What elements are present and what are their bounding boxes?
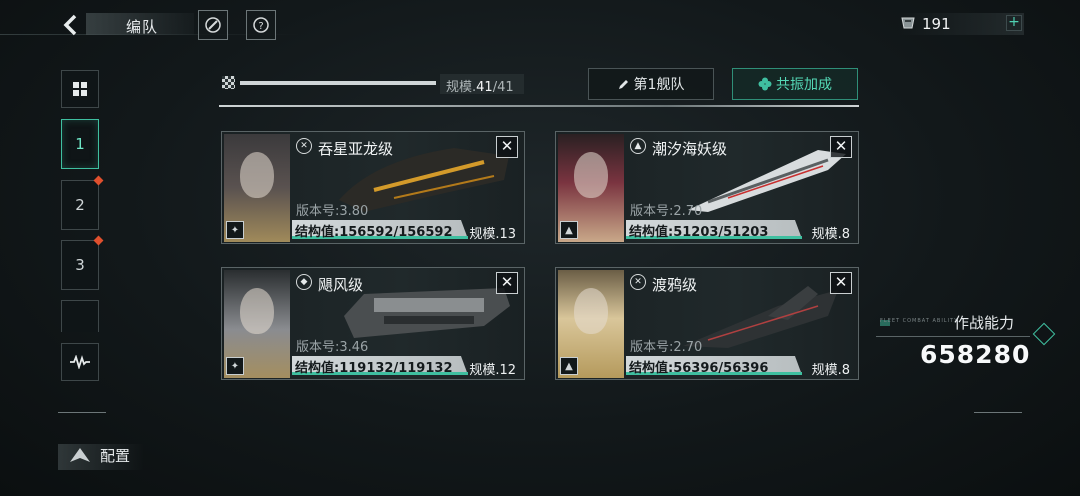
header-divider bbox=[219, 105, 859, 107]
captain-face bbox=[240, 152, 274, 198]
back-button[interactable] bbox=[58, 12, 82, 38]
combat-sub-label: FLEET COMBAT ABILITY bbox=[880, 318, 959, 324]
waveform-icon bbox=[70, 355, 90, 369]
crystal-icon bbox=[900, 15, 916, 35]
remove-ship-button[interactable]: ✕ bbox=[496, 136, 518, 158]
fleet-tab-label: 2 bbox=[75, 196, 85, 214]
fleet-stats-button[interactable] bbox=[61, 343, 99, 381]
ship-version: 版本号:3.46 bbox=[296, 340, 369, 355]
grid-icon bbox=[73, 82, 87, 96]
chevron-left-icon bbox=[63, 14, 77, 36]
scale-label: 规模. bbox=[446, 80, 477, 95]
captain-face bbox=[240, 288, 274, 334]
remove-ship-button[interactable]: ✕ bbox=[830, 136, 852, 158]
scale-current: 41 bbox=[476, 80, 493, 95]
fleet-tab-label: 1 bbox=[75, 135, 85, 153]
crosshair-icon: ✕ bbox=[630, 274, 646, 290]
clover-icon bbox=[758, 77, 772, 91]
wing-icon: ▲ bbox=[630, 138, 646, 154]
currency-amount: 191 bbox=[922, 15, 951, 33]
ship-card[interactable]: ✦ ◆ 飓风级 ✕ 版本号:3.46 结构值:119132/119132 规模.… bbox=[221, 267, 525, 380]
fleet-name: 第1舰队 bbox=[633, 77, 685, 93]
scale-max: /41 bbox=[492, 80, 514, 95]
structure-value: 结构值:156592/156592 bbox=[295, 225, 453, 240]
fleet-tab-label: 3 bbox=[75, 256, 85, 274]
rank-icon: ▲ bbox=[560, 357, 578, 375]
fleet-tab-2[interactable]: 2 bbox=[61, 180, 99, 230]
svg-text:?: ? bbox=[258, 21, 263, 32]
remove-ship-button[interactable]: ✕ bbox=[496, 272, 518, 294]
crosshair-icon: ✕ bbox=[296, 138, 312, 154]
fleet-tab-4[interactable] bbox=[61, 300, 99, 332]
scale-readout: 规模.41/41 bbox=[446, 76, 514, 95]
page-title: 编队 bbox=[126, 18, 159, 36]
checker-icon bbox=[222, 76, 235, 89]
combat-power-value: 658280 bbox=[920, 340, 1031, 369]
structure-value: 结构值:119132/119132 bbox=[295, 361, 453, 376]
add-currency-button[interactable]: + bbox=[1006, 15, 1022, 31]
remove-ship-button[interactable]: ✕ bbox=[830, 272, 852, 294]
config-ship-icon bbox=[68, 446, 92, 470]
fleet-tab-3[interactable]: 3 bbox=[61, 240, 99, 290]
scale-progress-bar bbox=[240, 81, 436, 85]
ship-card[interactable]: ▲ ✕ 渡鸦级 ✕ 版本号:2.70 结构值:56396/56396 规模.8 bbox=[555, 267, 859, 380]
help-button[interactable]: ? bbox=[246, 10, 276, 40]
ship-name: 渡鸦级 bbox=[652, 276, 698, 294]
ship-scale: 规模.8 bbox=[811, 363, 850, 378]
rename-fleet-button[interactable]: 第1舰队 bbox=[588, 68, 714, 100]
ship-name: 飓风级 bbox=[318, 276, 364, 294]
ship-card[interactable]: ✦ ✕ 吞星亚龙级 ✕ 版本号:3.80 结构值:156592/156592 规… bbox=[221, 131, 525, 244]
bottom-divider bbox=[58, 412, 1022, 413]
ship-card[interactable]: ▲ ▲ 潮汐海妖级 ✕ 版本号:2.70 结构值:51203/51203 规模.… bbox=[555, 131, 859, 244]
codex-button[interactable] bbox=[198, 10, 228, 40]
rank-icon: ▲ bbox=[560, 221, 578, 239]
fleet-tab-1[interactable]: 1 bbox=[61, 119, 99, 169]
config-button[interactable]: 配置 bbox=[100, 445, 130, 466]
ship-scale: 规模.8 bbox=[811, 227, 850, 242]
rank-icon: ✦ bbox=[226, 357, 244, 375]
structure-value: 结构值:51203/51203 bbox=[629, 225, 769, 240]
grid-view-button[interactable] bbox=[61, 70, 99, 108]
diamond-icon bbox=[1032, 322, 1056, 346]
combat-label: 作战能力 bbox=[954, 314, 1015, 332]
ship-version: 版本号:3.80 bbox=[296, 204, 369, 219]
ship-version: 版本号:2.70 bbox=[630, 340, 703, 355]
shield-icon: ◆ bbox=[296, 274, 312, 290]
ship-scale: 规模.12 bbox=[469, 363, 516, 378]
captain-face bbox=[574, 288, 608, 334]
pencil-icon bbox=[618, 80, 628, 89]
combat-divider bbox=[876, 336, 1030, 337]
question-icon: ? bbox=[253, 17, 269, 33]
ship-name: 吞星亚龙级 bbox=[318, 140, 394, 158]
resonance-bonus-button[interactable]: 共振加成 bbox=[732, 68, 858, 100]
ship-scale: 规模.13 bbox=[469, 227, 516, 242]
ship-name: 潮汐海妖级 bbox=[652, 140, 728, 158]
rocket-icon bbox=[205, 17, 221, 33]
rank-icon: ✦ bbox=[226, 221, 244, 239]
captain-face bbox=[574, 152, 608, 198]
structure-value: 结构值:56396/56396 bbox=[629, 361, 769, 376]
ship-version: 版本号:2.70 bbox=[630, 204, 703, 219]
resonance-label: 共振加成 bbox=[776, 77, 832, 93]
